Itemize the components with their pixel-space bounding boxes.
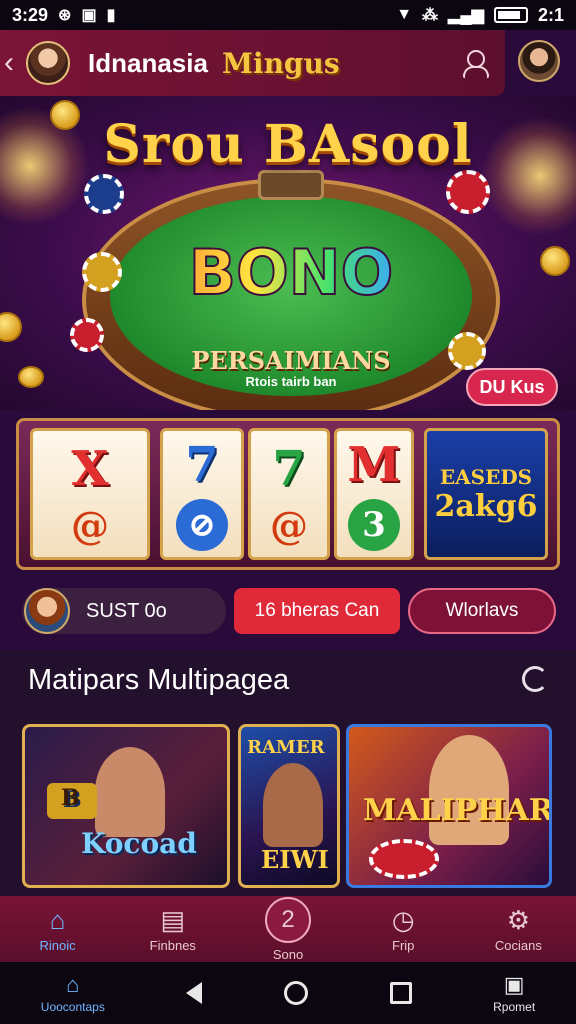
system-home-shortcut[interactable]: ⌂ Uoocontaps (41, 972, 105, 1014)
user-balance-pill[interactable]: SUST 0o (22, 588, 226, 634)
slot-reel: X @ (30, 428, 150, 560)
reel-symbol-top: M (347, 437, 401, 493)
network-icon: ⁂ (422, 7, 439, 24)
game-card[interactable]: MALIPHARS (346, 724, 552, 888)
system-nav-bar: ⌂ Uoocontaps ▣ Rpomet (0, 962, 576, 1024)
secondary-action-button[interactable]: Wlorlavs (408, 588, 556, 634)
briefcase-icon: ▣ (503, 972, 525, 997)
chip-icon (446, 170, 490, 214)
chip-icon (70, 318, 104, 352)
coin-decoration (18, 366, 44, 388)
nav-label: Sono (272, 946, 304, 962)
chip-icon (369, 839, 439, 879)
reel-symbol-bottom: @ (71, 502, 109, 548)
home-icon: ⌂ (49, 904, 66, 935)
coin-decoration (540, 246, 570, 276)
system-report-shortcut[interactable]: ▣ Rpomet (493, 972, 535, 1014)
signal-icon: ▂▄▆ (448, 7, 484, 24)
brand-logo: Mingus (221, 46, 340, 80)
status-right: ▼ ⁂ ▂▄▆ 2:1 (396, 5, 564, 26)
header-title: Idnanasia (88, 47, 208, 78)
hero-banner[interactable]: Srou BAsool BONO PERSAIMIANS Rtois tairb… (0, 96, 576, 410)
avatar[interactable] (26, 41, 70, 85)
game-card-label: Kocoad (81, 827, 197, 860)
nav-item-home[interactable]: ⌂ Rinoic (0, 896, 115, 962)
refresh-icon[interactable] (522, 666, 548, 692)
character-figure (429, 735, 509, 845)
reel-symbol-bottom: ⊘ (176, 499, 228, 551)
bag-icon: ▮ (106, 7, 116, 24)
game-card[interactable]: B Kocoad (22, 724, 230, 888)
app-header: ‹ Idnanasia Mingus (0, 30, 505, 96)
table-caption: Rtois tairb ban (245, 374, 337, 389)
status-bar: 3:29 ⊛ ▣ ▮ ▼ ⁂ ▂▄▆ 2:1 (0, 0, 576, 30)
reel-symbol-top: X (71, 440, 109, 497)
receipt-icon: ▤ (160, 904, 186, 935)
bottom-nav: ⌂ Rinoic ▤ Finbnes 2 Sono ◷ Frip ⚙ Cocia… (0, 896, 576, 962)
slot-reel: 7 @ (248, 428, 330, 560)
nav-label: Frip (392, 937, 415, 953)
card-badge: B (61, 785, 80, 811)
game-card[interactable]: RAMER EIWI (238, 724, 340, 888)
nav-label: Finbnes (149, 937, 196, 953)
nav-item-spin[interactable]: 2 Sono (230, 896, 345, 962)
status-left: 3:29 ⊛ ▣ ▮ (12, 5, 115, 26)
game-card-sublabel: EIWI (261, 845, 329, 874)
game-card-label: MALIPHARS (363, 793, 552, 828)
recents-button[interactable] (389, 982, 412, 1004)
section-title: Matipars Multipagea (28, 664, 290, 696)
character-figure (263, 763, 323, 847)
spin-icon: 2 (265, 896, 311, 943)
location-icon: ▼ (396, 6, 413, 23)
nav-label: Rinoic (39, 937, 76, 953)
home-icon: ⌂ (66, 972, 80, 997)
card-line2: 2akg6 (434, 488, 538, 524)
reel-symbol-top: 7 (272, 440, 306, 497)
back-icon[interactable]: ‹ (4, 46, 26, 80)
table-subtitle: PERSAIMIANS (191, 346, 391, 375)
nav-item-finances[interactable]: ▤ Finbnes (115, 896, 230, 962)
image-icon: ▣ (81, 7, 97, 24)
game-card-label: RAMER (247, 737, 325, 758)
bonus-word: BONO (110, 235, 472, 310)
hero-title: Srou BAsool (103, 114, 473, 175)
nav-item-trip[interactable]: ◷ Frip (346, 896, 461, 962)
back-button[interactable] (186, 982, 203, 1004)
user-balance-text: SUST 0o (86, 599, 167, 622)
reel-symbol-bottom: 3 (348, 499, 400, 551)
bonus-button[interactable]: DU Kus (466, 368, 558, 406)
reel-symbol-top: 7 (185, 437, 219, 493)
home-button[interactable] (283, 981, 308, 1005)
gear-icon: ⚙ (506, 904, 531, 935)
avatar (24, 588, 70, 634)
primary-action-button[interactable]: 16 bheras Can (234, 588, 400, 634)
slot-bonus-card[interactable]: EASEDS 2akg6 (424, 428, 548, 560)
user-icon[interactable] (459, 48, 489, 78)
coin-decoration (0, 312, 22, 342)
slot-reel: M 3 (334, 428, 414, 560)
battery-icon (493, 7, 528, 23)
sync-icon: ⊛ (58, 7, 72, 24)
reel-symbol-bottom: @ (270, 502, 308, 548)
card-line1: EASEDS (439, 464, 533, 489)
slot-reel: 7 ⊘ (160, 428, 244, 560)
clock-icon: ◷ (391, 904, 415, 935)
system-left-label: Uoocontaps (40, 1000, 105, 1014)
nav-label: Cocians (494, 937, 542, 953)
character-figure (95, 747, 165, 837)
profile-avatar[interactable] (518, 40, 560, 82)
nav-item-settings[interactable]: ⚙ Cocians (461, 896, 576, 962)
status-time-left: 3:29 (12, 4, 49, 25)
system-right-label: Rpomet (493, 1000, 536, 1014)
chip-icon (84, 174, 124, 214)
status-time-right: 2:1 (537, 4, 564, 25)
